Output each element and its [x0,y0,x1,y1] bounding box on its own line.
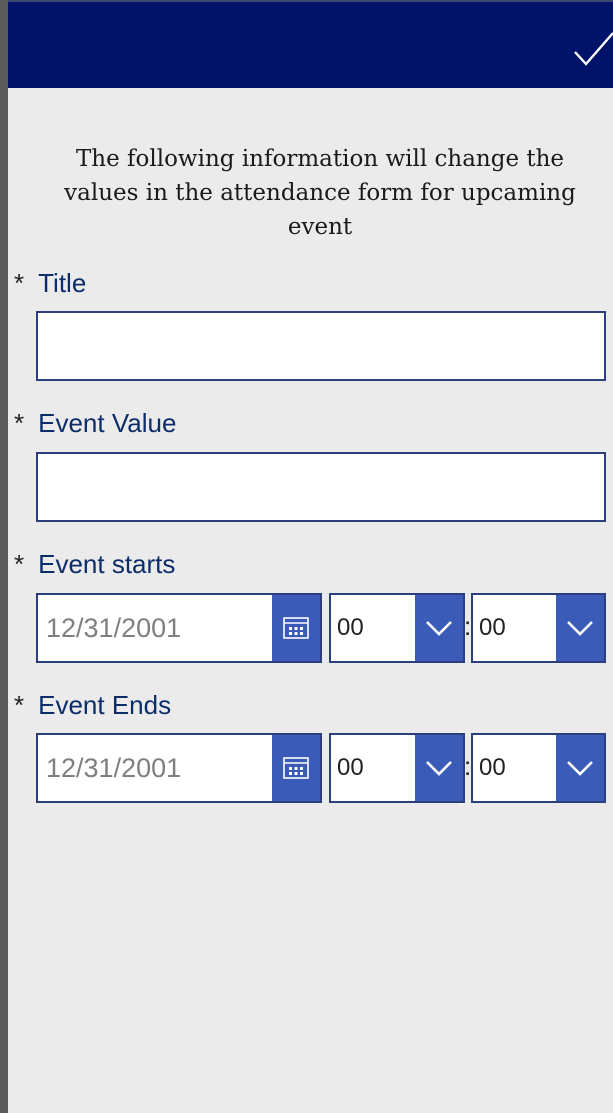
checkmark-icon [574,32,613,66]
chevron-down-icon [567,621,593,636]
top-bar-border [8,0,613,2]
event-ends-hour-value: 00 [337,754,364,781]
event-ends-label: * Event Ends [14,690,171,721]
event-ends-minute-dropdown-button[interactable] [556,735,604,801]
event-ends-minute-dropdown[interactable]: 00 [471,733,606,803]
top-bar [8,0,613,88]
event-ends-date-value: 12/31/2001 [46,753,182,783]
event-ends-hour-dropdown[interactable]: 00 [329,733,465,803]
event-ends-calendar-button[interactable] [272,735,320,801]
event-value-input[interactable] [36,452,606,522]
chevron-down-icon [567,761,593,776]
event-starts-date-picker[interactable]: 12/31/2001 [36,593,322,663]
title-label-text: Title [38,268,87,298]
left-edge-strip [0,0,8,1113]
required-marker: * [14,268,25,298]
event-starts-hour-dropdown[interactable]: 00 [329,593,465,663]
event-starts-label-text: Event starts [38,549,176,579]
event-ends-minute-value: 00 [479,754,506,781]
chevron-down-icon [426,621,452,636]
event-starts-hour-dropdown-button[interactable] [415,595,463,661]
required-marker: * [14,690,25,720]
required-marker: * [14,408,25,438]
event-starts-minute-value: 00 [479,614,506,641]
title-label: * Title [14,268,86,299]
event-ends-hour-dropdown-button[interactable] [415,735,463,801]
event-ends-label-text: Event Ends [38,690,172,720]
submit-button[interactable] [573,30,613,68]
calendar-icon [283,617,309,639]
event-ends-date-picker[interactable]: 12/31/2001 [36,733,322,803]
event-starts-minute-dropdown[interactable]: 00 [471,593,606,663]
required-marker: * [14,549,25,579]
calendar-icon [283,757,309,779]
event-starts-hour-value: 00 [337,614,364,641]
chevron-down-icon [426,761,452,776]
intro-text: The following information will change th… [64,146,576,240]
event-starts-label: * Event starts [14,549,175,580]
event-value-label: * Event Value [14,408,176,439]
event-starts-calendar-button[interactable] [272,595,320,661]
event-value-label-text: Event Value [38,408,177,438]
event-starts-date-value: 12/31/2001 [46,613,182,643]
title-input[interactable] [36,311,606,381]
event-starts-minute-dropdown-button[interactable] [556,595,604,661]
